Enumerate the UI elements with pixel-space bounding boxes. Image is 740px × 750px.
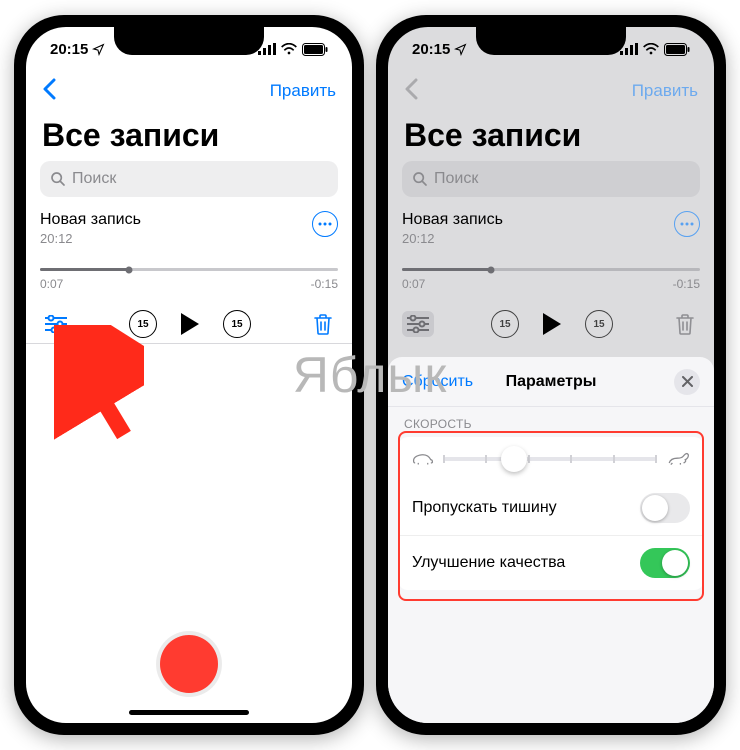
options-group: Пропускать тишину Улучшение качества — [398, 437, 704, 590]
skip-back-button[interactable]: 15 — [491, 310, 519, 338]
sliders-icon — [407, 315, 429, 333]
location-icon — [454, 43, 467, 56]
scrubber[interactable] — [402, 268, 700, 271]
record-button[interactable] — [160, 635, 218, 693]
phone-frame-right: 20:15 Править Все записи Поиск — [376, 15, 726, 735]
status-time: 20:15 — [412, 41, 450, 58]
remaining-time: -0:15 — [311, 277, 338, 291]
skip-silence-row: Пропускать тишину — [398, 481, 704, 535]
wifi-icon — [281, 43, 297, 55]
scrubber[interactable] — [40, 268, 338, 271]
recording-name: Новая запись — [402, 211, 503, 229]
recording-item[interactable]: Новая запись 20:12 0:07 -0:15 — [40, 211, 338, 339]
chevron-left-icon — [404, 78, 418, 100]
search-icon — [50, 171, 66, 187]
play-button[interactable] — [543, 313, 561, 335]
recording-name: Новая запись — [40, 211, 141, 229]
nav-bar: Править — [26, 71, 352, 111]
search-field[interactable]: Поиск — [40, 161, 338, 197]
screen-right: 20:15 Править Все записи Поиск — [388, 27, 714, 723]
speed-knob[interactable] — [501, 446, 527, 472]
more-button[interactable] — [674, 211, 700, 237]
reset-button[interactable]: Сбросить — [402, 373, 473, 391]
scrubber-fill — [402, 268, 491, 271]
speed-slider[interactable] — [444, 457, 656, 461]
skip-silence-label: Пропускать тишину — [412, 499, 557, 517]
skip-forward-button[interactable]: 15 — [585, 310, 613, 338]
close-button[interactable] — [674, 369, 700, 395]
recording-time: 20:12 — [402, 231, 503, 246]
skip-back-button[interactable]: 15 — [129, 310, 157, 338]
page-title: Все записи — [404, 117, 581, 154]
scrubber-knob[interactable] — [126, 266, 133, 273]
scrubber-knob[interactable] — [488, 266, 495, 273]
speed-row — [398, 437, 704, 481]
battery-icon — [302, 43, 328, 56]
options-sheet: Сбросить Параметры СКОРОСТЬ — [388, 357, 714, 723]
trash-icon — [675, 313, 695, 335]
scrubber-fill — [40, 268, 129, 271]
more-button[interactable] — [312, 211, 338, 237]
speed-section-label: СКОРОСТЬ — [388, 407, 714, 437]
enhance-row: Улучшение качества — [398, 535, 704, 590]
nav-bar: Править — [388, 71, 714, 111]
sheet-title: Параметры — [506, 373, 597, 391]
elapsed-time: 0:07 — [40, 277, 63, 291]
screen-left: 20:15 Править Все записи Поиск — [26, 27, 352, 723]
status-time: 20:15 — [50, 41, 88, 58]
chevron-left-icon — [42, 78, 56, 100]
ellipsis-icon — [318, 222, 332, 226]
search-icon — [412, 171, 428, 187]
recording-time: 20:12 — [40, 231, 141, 246]
delete-button[interactable] — [308, 309, 338, 339]
search-placeholder: Поиск — [72, 170, 116, 188]
hare-icon — [666, 451, 690, 467]
play-button[interactable] — [181, 313, 199, 335]
sliders-icon — [45, 315, 67, 333]
notch — [476, 27, 626, 55]
elapsed-time: 0:07 — [402, 277, 425, 291]
trash-icon — [313, 313, 333, 335]
search-placeholder: Поиск — [434, 170, 478, 188]
back-button[interactable] — [42, 76, 56, 107]
home-indicator — [129, 710, 249, 715]
remaining-time: -0:15 — [673, 277, 700, 291]
enhance-label: Улучшение качества — [412, 554, 565, 572]
location-icon — [92, 43, 105, 56]
edit-button[interactable]: Править — [632, 81, 698, 101]
page-title: Все записи — [42, 117, 219, 154]
scrubber-times: 0:07 -0:15 — [402, 277, 700, 291]
enhance-toggle[interactable] — [640, 548, 690, 578]
close-icon — [682, 376, 693, 387]
battery-icon — [664, 43, 690, 56]
delete-button[interactable] — [670, 309, 700, 339]
search-field[interactable]: Поиск — [402, 161, 700, 197]
notch — [114, 27, 264, 55]
back-button[interactable] — [404, 76, 418, 107]
playback-options-button[interactable] — [40, 311, 72, 337]
skip-forward-button[interactable]: 15 — [223, 310, 251, 338]
wifi-icon — [643, 43, 659, 55]
divider — [26, 343, 352, 344]
phone-frame-left: 20:15 Править Все записи Поиск — [14, 15, 364, 735]
tortoise-icon — [412, 451, 434, 467]
ellipsis-icon — [680, 222, 694, 226]
scrubber-times: 0:07 -0:15 — [40, 277, 338, 291]
playback-options-button[interactable] — [402, 311, 434, 337]
skip-silence-toggle[interactable] — [640, 493, 690, 523]
edit-button[interactable]: Править — [270, 81, 336, 101]
sheet-header: Сбросить Параметры — [388, 357, 714, 407]
recording-item: Новая запись 20:12 0:07 -0:15 — [402, 211, 700, 339]
